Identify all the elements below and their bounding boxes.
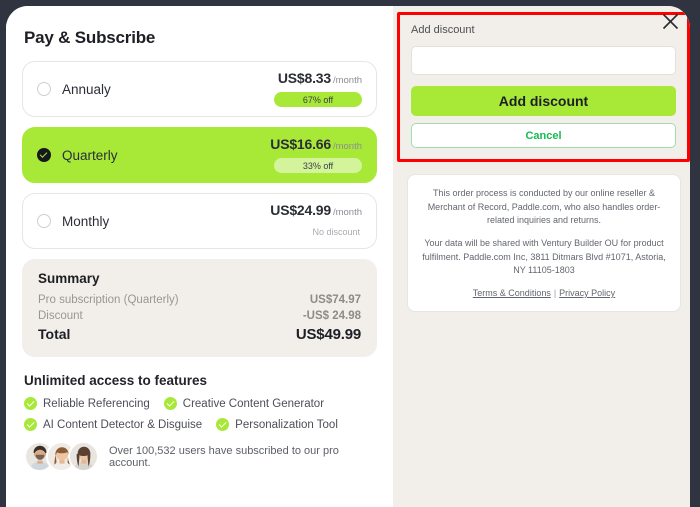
summary-label-discount: Discount (38, 310, 83, 322)
plans-pane: Pay & Subscribe Annualy US$8.33/month 67… (6, 6, 393, 507)
terms-and-conditions-link[interactable]: Terms & Conditions (473, 288, 551, 298)
checkout-modal: Pay & Subscribe Annualy US$8.33/month 67… (6, 6, 690, 507)
plan-price-quarterly: US$16.66 (270, 136, 331, 152)
legal-paragraph-data: Your data will be shared with Ventury Bu… (422, 238, 666, 276)
radio-monthly[interactable] (37, 214, 51, 228)
plan-option-quarterly[interactable]: Quarterly US$16.66/month 33% off (22, 127, 377, 183)
plan-pricing-monthly: US$24.99/month No discount (270, 203, 362, 239)
features-heading: Unlimited access to features (24, 373, 208, 388)
check-icon (216, 418, 230, 431)
features-row-2: AI Content Detector & Disguise Personali… (22, 418, 377, 431)
feature-label: AI Content Detector & Disguise (43, 418, 203, 431)
check-icon (24, 397, 37, 410)
add-discount-label: Add discount (411, 24, 475, 36)
social-proof-text: Over 100,532 users have subscribed to ou… (109, 444, 339, 469)
summary-row-total: Total US$49.99 (38, 326, 361, 343)
legal-links: Terms & Conditions | Privacy Policy (422, 288, 666, 298)
price-line: US$16.66/month (270, 137, 362, 153)
price-line: US$24.99/month (270, 203, 362, 219)
feature-label: Personalization Tool (235, 418, 338, 431)
plan-pricing-annualy: US$8.33/month 67% off (274, 71, 362, 107)
feature-item: Creative Content Generator (163, 397, 325, 410)
summary-row: Pro subscription (Quarterly) US$74.97 (38, 294, 361, 306)
privacy-policy-link[interactable]: Privacy Policy (559, 288, 615, 298)
check-icon (163, 397, 177, 410)
plan-name-monthly: Monthly (62, 213, 110, 229)
feature-item: Reliable Referencing (24, 397, 150, 410)
add-discount-panel: Add discount Add discount Cancel (397, 12, 690, 162)
plan-price-monthly: US$24.99 (270, 202, 331, 218)
add-discount-button[interactable]: Add discount (411, 86, 676, 116)
payment-pane: Add discount Add discount Cancel This or… (393, 6, 690, 507)
radio-annualy[interactable] (37, 82, 51, 96)
legal-separator: | (553, 288, 557, 299)
legal-disclaimer: This order process is conducted by our o… (407, 174, 681, 313)
plan-period-monthly: /month (332, 207, 362, 218)
discount-code-input[interactable] (411, 46, 676, 75)
plan-badge-monthly: No discount (312, 226, 360, 237)
app-root: Pay & Subscribe Annualy US$8.33/month 67… (0, 0, 700, 507)
plan-badge-quarterly: 33% off (274, 158, 362, 173)
radio-quarterly-checked[interactable] (37, 148, 51, 162)
summary-value-total: US$49.99 (295, 326, 361, 343)
order-summary: Summary Pro subscription (Quarterly) US$… (22, 259, 377, 357)
avatar (68, 441, 99, 472)
plan-name-quarterly: Quarterly (62, 147, 118, 163)
check-icon (24, 418, 37, 431)
legal-paragraph-reseller: This order process is conducted by our o… (427, 188, 661, 226)
features-row-1: Reliable Referencing Creative Content Ge… (22, 397, 377, 410)
social-proof: Over 100,532 users have subscribed to ou… (22, 441, 377, 472)
summary-label-subscription: Pro subscription (Quarterly) (38, 294, 179, 306)
summary-row: Discount -US$ 24.98 (38, 310, 361, 322)
feature-label: Creative Content Generator (182, 397, 325, 410)
feature-item: AI Content Detector & Disguise (24, 418, 202, 431)
plan-period-annualy: /month (332, 75, 362, 86)
price-line: US$8.33/month (278, 71, 362, 87)
summary-value-discount: -US$ 24.98 (302, 310, 361, 322)
avatar-group (24, 441, 99, 472)
feature-item: Personalization Tool (216, 418, 338, 431)
close-icon[interactable] (661, 12, 680, 31)
summary-label-total: Total (38, 326, 71, 342)
page-title: Pay & Subscribe (24, 28, 156, 47)
plan-price-annualy: US$8.33 (277, 70, 331, 86)
summary-value-subscription: US$74.97 (309, 294, 361, 306)
summary-heading: Summary (38, 271, 100, 286)
cancel-button[interactable]: Cancel (411, 123, 676, 148)
feature-label: Reliable Referencing (43, 397, 150, 410)
plan-option-monthly[interactable]: Monthly US$24.99/month No discount (22, 193, 377, 249)
plan-option-annualy[interactable]: Annualy US$8.33/month 67% off (22, 61, 377, 117)
plan-name-annualy: Annualy (62, 81, 111, 97)
plan-badge-annualy: 67% off (274, 92, 362, 107)
plan-pricing-quarterly: US$16.66/month 33% off (270, 137, 362, 173)
plan-period-quarterly: /month (332, 141, 362, 152)
add-discount-header: Add discount (411, 24, 676, 40)
